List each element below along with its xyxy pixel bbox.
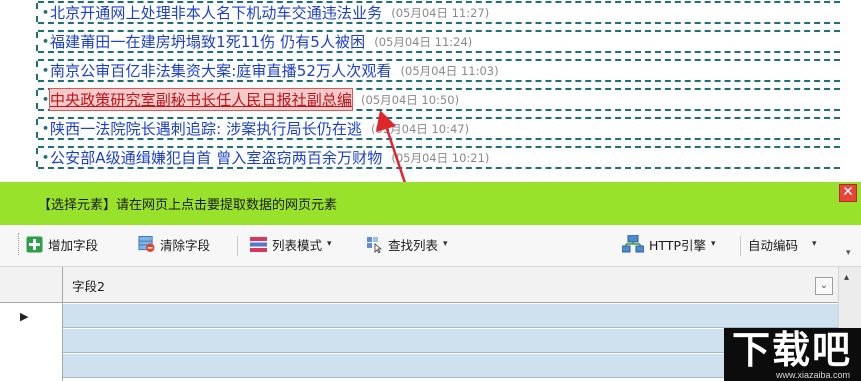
http-engine-label: HTTP引擎 [649,237,706,253]
close-icon[interactable]: ✕ [839,184,857,202]
add-field-label: 增加字段 [48,237,99,253]
bullet: • [42,6,50,19]
watermark-logo: 下载吧 www.xiazaiba.com [724,328,861,381]
news-date: (05月04日 10:21) [391,150,490,165]
list-mode-icon [250,236,267,253]
bullet: • [42,151,50,164]
grid-header: 字段2 ⌄ [0,267,838,303]
news-item[interactable]: • 公安部A级通缉嫌犯自首 曾入室盗窃两百余万财物 (05月04日 10:21) [36,146,840,169]
toolbar-overflow-icon[interactable]: ▾ [846,248,851,258]
list-mode-label: 列表模式 [272,237,323,253]
scroll-up-icon[interactable]: ▴ [844,272,849,283]
chevron-down-icon[interactable]: ⌄ [815,277,833,295]
chevron-down-icon: ▾ [327,239,332,249]
toolbar-grip[interactable] [18,233,21,255]
news-title-link[interactable]: 北京开通网上处理非本人名下机动车交通违法业务 [50,2,382,23]
field-grid: 字段2 ⌄ ▶ [0,267,838,381]
select-element-message: 【选择元素】请在网页上点击要提取数据的网页元素 [38,198,338,213]
chevron-down-icon: ▾ [812,239,817,249]
clear-field-button[interactable]: 清除字段 [138,234,210,254]
news-title-link[interactable]: 福建莆田一在建房坍塌致1死11伤 仍有5人被困 [50,31,365,52]
news-date: (05月04日 11:27) [391,5,490,20]
current-row-arrow-icon: ▶ [20,310,29,323]
find-list-label: 查找列表 [388,237,439,253]
news-item[interactable]: • 陕西一法院院长遇刺追踪: 涉案执行局长仍在逃 (05月04日 10:47) [36,117,840,140]
table-row[interactable] [63,329,838,353]
row-header-column [0,267,63,381]
toolbar-separator [740,236,741,256]
chevron-down-icon: ▾ [711,239,716,249]
news-item[interactable]: • 福建莆田一在建房坍塌致1死11伤 仍有5人被困 (05月04日 11:24) [36,30,840,53]
list-mode-dropdown[interactable]: 列表模式 ▾ [250,234,332,254]
element-select-bar: 【选择元素】请在网页上点击要提取数据的网页元素 [0,182,861,225]
news-date: (05月04日 11:24) [374,34,473,49]
news-item-selected[interactable]: • 中央政策研究室副秘书长任人民日报社副总编 (05月04日 10:50) [36,88,840,111]
auto-encoding-label: 自动编码 [748,237,799,253]
table-row[interactable] [63,354,838,378]
find-list-icon [366,236,383,253]
news-title-link[interactable]: 陕西一法院院长遇刺追踪: 涉案执行局长仍在逃 [50,118,362,139]
column-header-field2[interactable]: 字段2 [72,276,105,295]
find-list-dropdown[interactable]: 查找列表 ▾ [366,234,448,254]
clear-field-label: 清除字段 [160,237,211,253]
news-date: (05月04日 11:03) [400,63,499,78]
news-date: (05月04日 10:47) [371,121,470,136]
bullet: • [42,93,50,106]
bullet: • [42,122,50,135]
http-engine-dropdown[interactable]: HTTP引擎 ▾ [622,234,716,254]
bullet: • [42,35,50,48]
logo-url: www.xiazaiba.com [776,370,851,380]
news-item[interactable]: • 北京开通网上处理非本人名下机动车交通违法业务 (05月04日 11:27) [36,1,840,24]
clear-table-icon [138,235,155,253]
add-field-button[interactable]: 增加字段 [26,234,98,254]
news-date: (05月04日 10:50) [361,92,460,107]
auto-encoding-dropdown[interactable]: 自动编码 ▾ [748,234,817,254]
news-item[interactable]: • 南京公审百亿非法集资大案:庭审直播52万人次观看 (05月04日 11:03… [36,59,840,82]
logo-text: 下载吧 [732,328,853,372]
webpage-news-list: • 北京开通网上处理非本人名下机动车交通违法业务 (05月04日 11:27) … [0,0,861,182]
network-icon [622,235,644,253]
chevron-down-icon: ▾ [443,239,448,249]
news-title-link[interactable]: 公安部A级通缉嫌犯自首 曾入室盗窃两百余万财物 [50,147,382,168]
bullet: • [42,64,50,77]
toolbar-separator [237,236,238,256]
table-row[interactable] [63,304,838,328]
plus-icon [26,236,43,253]
news-title-link-selected[interactable]: 中央政策研究室副秘书长任人民日报社副总编 [48,88,354,111]
news-title-link[interactable]: 南京公审百亿非法集资大案:庭审直播52万人次观看 [50,60,392,81]
